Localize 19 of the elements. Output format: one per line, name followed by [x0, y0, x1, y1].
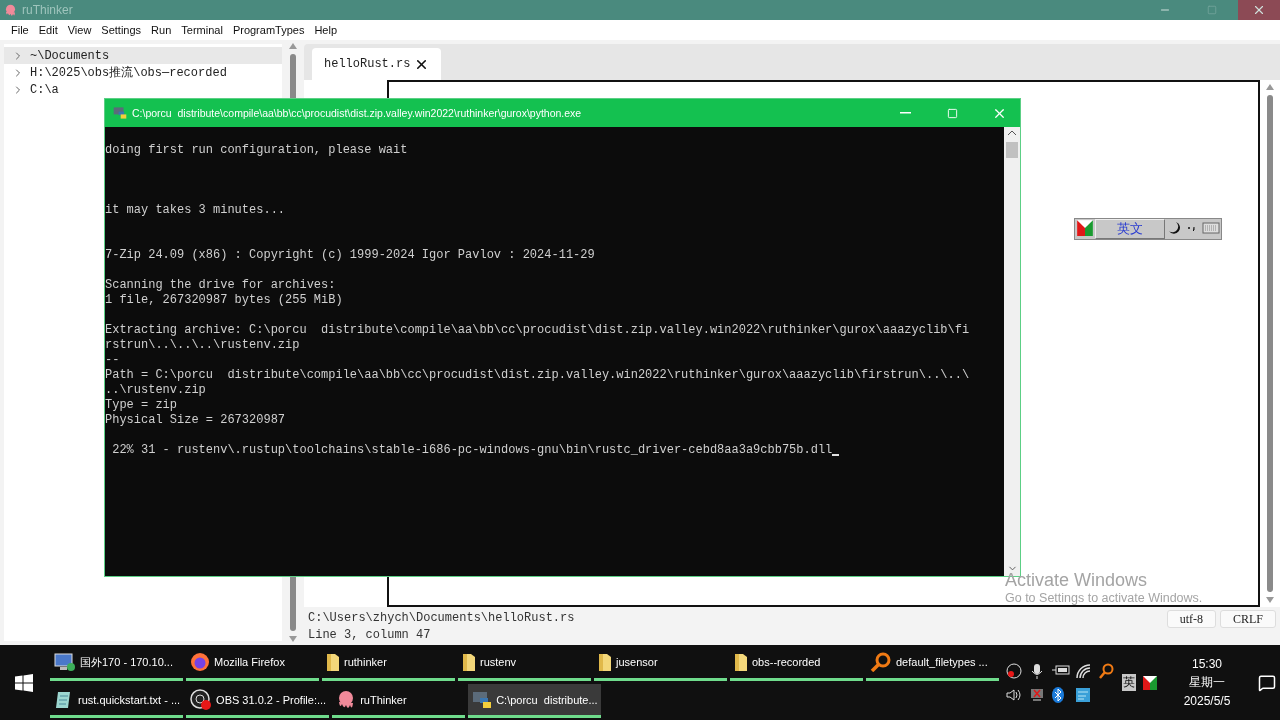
cursor-position: Line 3, column 47	[308, 627, 432, 642]
console-line: Path = C:\porcu distribute\compile\aa\bb\cc\procudist\dist.zip.valley.win2022\ruthinker\gurox\aaazyclib\firstrun\..\..\	[105, 368, 970, 383]
console-line: 1 file, 267320987 bytes (255 MiB)	[105, 293, 343, 308]
console-line: ..\rustenv.zip	[105, 383, 206, 398]
activation-hint: Go to Settings to activate Windows.	[1005, 591, 1203, 605]
console-line: doing first run configuration, please wait	[105, 143, 408, 158]
file-path: C:\Users\zhych\Documents\helloRust.rs	[308, 610, 576, 625]
window-title: ruThinker	[22, 3, 73, 17]
console-line: it may takes 3 minutes...	[105, 203, 286, 218]
console-line: Type = zip	[105, 398, 177, 413]
console-line: rstrun\..\..\..\rustenv.zip	[105, 338, 300, 353]
activation-title: Activate Windows	[1005, 570, 1149, 591]
console-line: 22% 31 - rustenv\.rustup\toolchains\stable-i686-pc-windows-gnu\bin\rustc_driver-cebd8aa3a9cbb75b.dll	[111, 443, 833, 458]
console-line: 7-Zip 24.09 (x86) : Copyright (c) 1999-2024 Igor Pavlov : 2024-11-29	[105, 248, 595, 263]
console-line: Scanning the drive for archives:	[105, 278, 336, 293]
console-line: Extracting archive: C:\porcu distribute\compile\aa\bb\cc\procudist\dist.zip.valley.win2022\ruthinker\gurox\aaazyclib\fi	[105, 323, 970, 338]
console-title: C:\porcu distribute\compile\aa\bb\cc\procudist\dist.zip.valley.win2022\ruthinker\gurox\python.exe	[132, 107, 582, 119]
console-line: --	[105, 353, 120, 368]
console-line: Physical Size = 267320987	[105, 413, 286, 428]
